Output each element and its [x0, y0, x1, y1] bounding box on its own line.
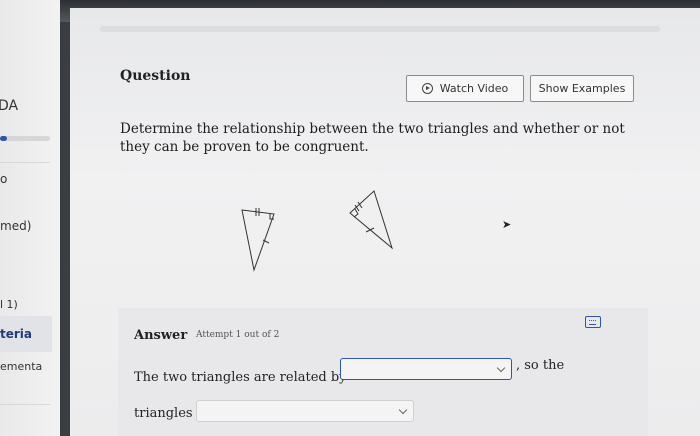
question-panel: Question Watch Video Show Examples Deter… — [70, 8, 700, 436]
watch-video-button[interactable]: Watch Video — [406, 75, 524, 102]
question-prompt: Determine the relationship between the t… — [120, 121, 625, 155]
sidebar-item-l1[interactable]: l 1) — [0, 298, 18, 311]
keyboard-icon[interactable] — [585, 316, 601, 328]
sidebar-item-ementa[interactable]: ementa — [0, 360, 42, 373]
mouse-cursor-icon: ➤ — [502, 218, 512, 231]
top-bar — [100, 26, 660, 32]
play-icon — [421, 83, 433, 94]
sidebar-progress-fill — [0, 136, 7, 141]
triangles-figure — [241, 190, 393, 272]
chevron-down-icon — [398, 405, 408, 415]
sidebar-item-med[interactable]: med) — [0, 219, 31, 233]
answer-sentence-start: The two triangles are related by — [134, 370, 347, 385]
sidebar: DA o med) l 1) teria ementa — [0, 0, 60, 436]
sidebar-divider — [0, 404, 50, 405]
show-examples-label: Show Examples — [538, 82, 626, 95]
triangle-left — [241, 208, 275, 272]
sidebar-progress-bar — [0, 136, 50, 141]
congruence-dropdown[interactable] — [196, 400, 414, 422]
sidebar-item-o[interactable]: o — [0, 172, 7, 186]
answer-sentence-mid: , so the — [516, 358, 565, 373]
right-angle-mark — [353, 208, 359, 218]
answer-label: Answer — [134, 328, 188, 343]
sidebar-item-teria[interactable]: teria — [0, 327, 32, 341]
answer-panel: Answer Attempt 1 out of 2 The two triang… — [118, 308, 648, 436]
chevron-down-icon — [496, 363, 506, 373]
watch-video-label: Watch Video — [439, 82, 509, 95]
relationship-dropdown[interactable] — [340, 358, 512, 380]
show-examples-button[interactable]: Show Examples — [530, 75, 634, 102]
question-title: Question — [120, 68, 191, 84]
attempt-counter: Attempt 1 out of 2 — [196, 330, 280, 340]
answer-sentence-end: triangles — [134, 406, 193, 421]
triangle-right — [349, 190, 393, 250]
sidebar-divider — [0, 162, 50, 163]
sidebar-item-da[interactable]: DA — [0, 98, 18, 114]
